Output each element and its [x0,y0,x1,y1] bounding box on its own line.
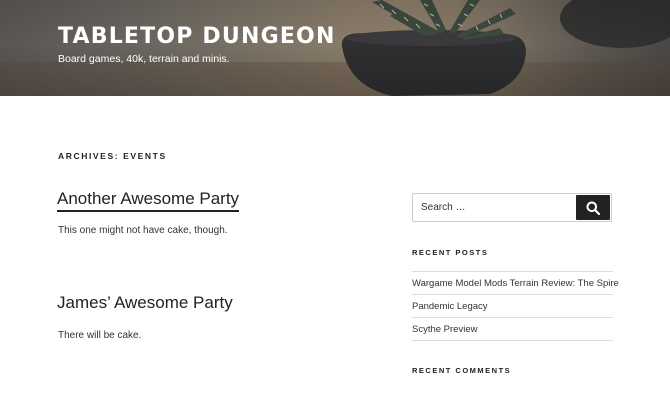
post-excerpt: This one might not have cake, though. [58,225,228,236]
list-item: Pandemic Legacy [412,295,613,318]
recent-post-link[interactable]: Pandemic Legacy [412,301,488,312]
list-item: Wargame Model Mods Terrain Review: The S… [412,272,619,295]
site-description: Board games, 40k, terrain and minis. [58,53,230,65]
search-input[interactable] [413,194,576,221]
recent-comments-title: RECENT COMMENTS [412,366,512,375]
post-title-link[interactable]: Another Awesome Party [57,189,240,212]
recent-post-link[interactable]: Wargame Model Mods Terrain Review: The S… [412,278,619,289]
site-header: TABLETOP DUNGEON Board games, 40k, terra… [0,0,670,96]
list-item: Scythe Preview [412,318,613,341]
post-excerpt: There will be cake. [58,330,142,341]
post-title-link[interactable]: James’ Awesome Party [57,293,233,313]
search-button[interactable] [576,195,610,220]
recent-posts-title: RECENT POSTS [412,248,489,257]
search-icon [586,201,600,215]
search-form [412,193,612,222]
site-title[interactable]: TABLETOP DUNGEON [58,24,336,49]
recent-post-link[interactable]: Scythe Preview [412,324,477,335]
archive-title: ARCHIVES: EVENTS [58,151,167,161]
recent-posts-list: Wargame Model Mods Terrain Review: The S… [412,271,619,341]
